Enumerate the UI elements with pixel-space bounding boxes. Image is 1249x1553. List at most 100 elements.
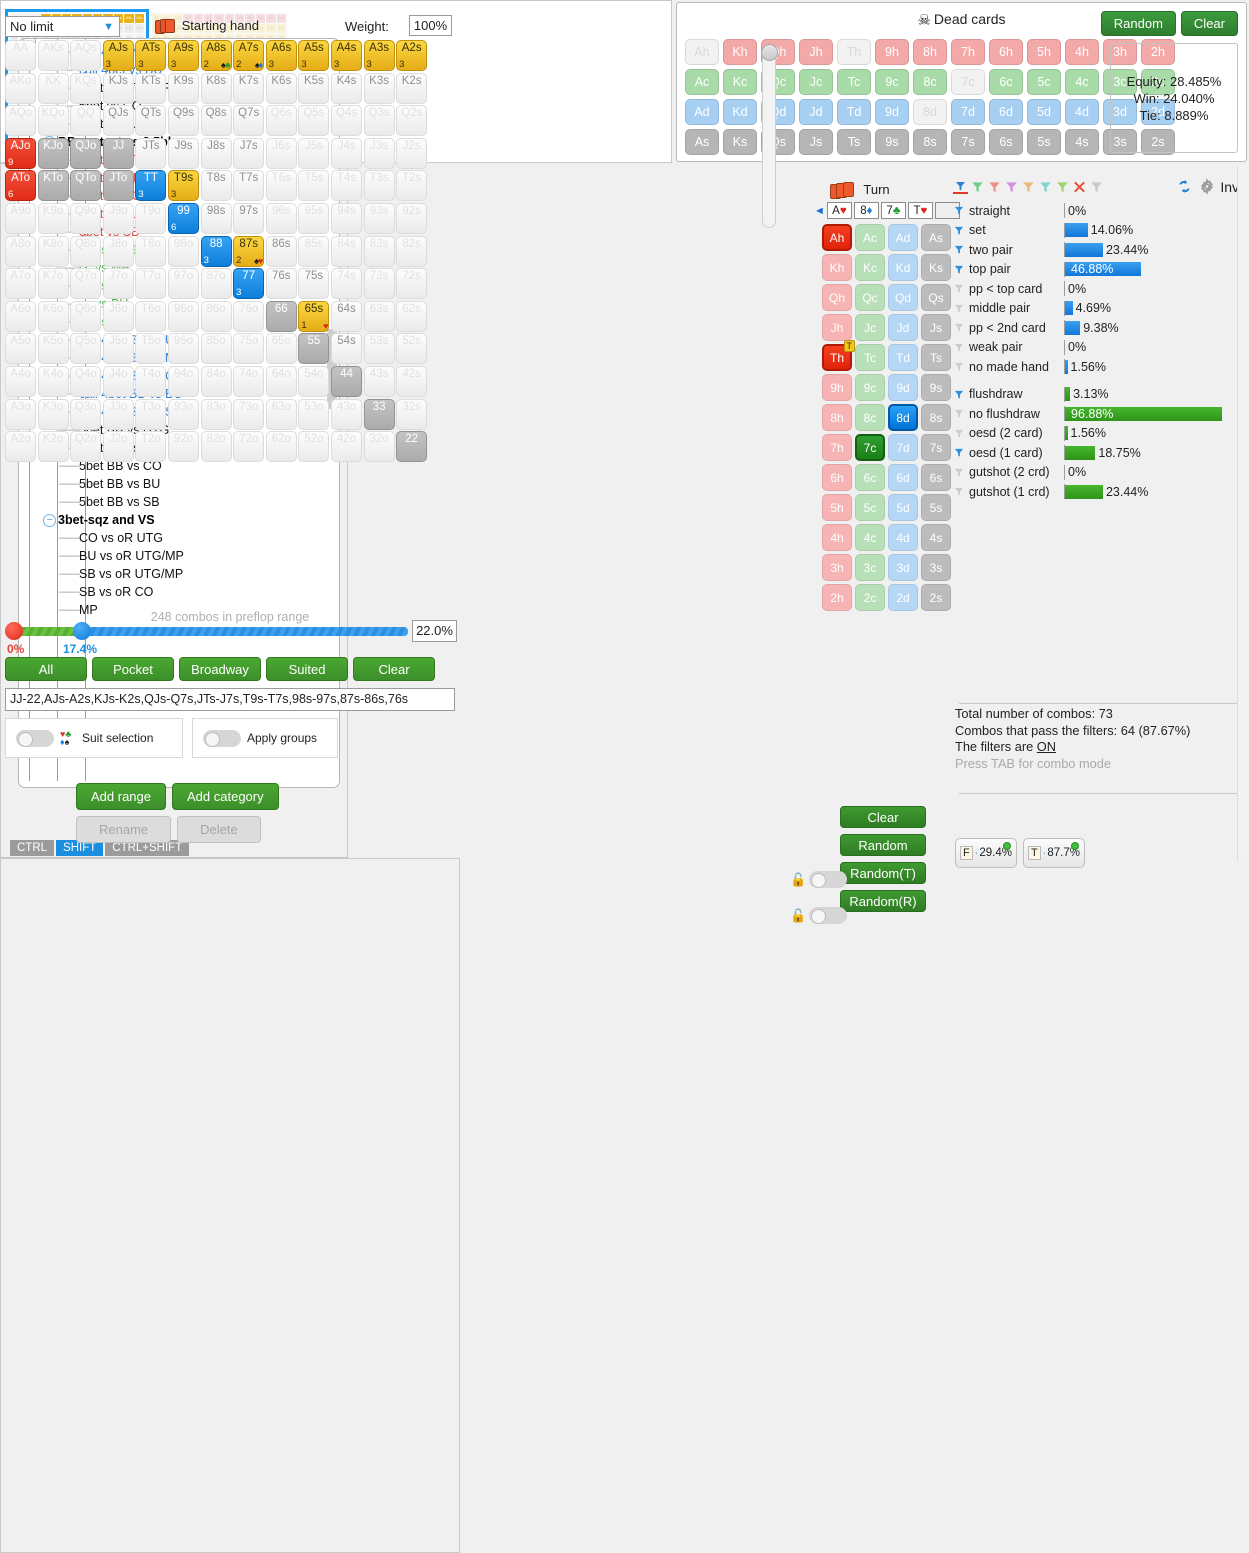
matrix-cell-J2s[interactable]: J2s — [396, 137, 428, 169]
dead-random-button[interactable]: Random — [1100, 11, 1176, 36]
matrix-cell-96s[interactable]: 96s — [265, 202, 297, 235]
dead-card-Jc[interactable]: Jc — [799, 69, 833, 95]
matrix-cell-76s[interactable]: 76s — [265, 268, 297, 300]
board-slot-0[interactable]: A ♥ — [826, 202, 852, 219]
matrix-cell-32s[interactable]: 32s — [396, 398, 428, 430]
filter-preset-7-icon[interactable] — [1055, 180, 1070, 194]
board-card-7c[interactable]: 7c — [855, 434, 885, 461]
filter-preset-3-icon[interactable] — [987, 180, 1002, 194]
board-card-5c[interactable]: 5c — [855, 494, 885, 521]
filter-row-oesd-2-card-[interactable]: oesd (2 card) 1.56% — [953, 424, 1243, 444]
matrix-cell-96o[interactable]: 96o — [167, 300, 200, 332]
matrix-cell-QTs[interactable]: QTs — [135, 105, 167, 137]
matrix-cell-Q7o[interactable]: Q7o — [70, 268, 102, 300]
matrix-cell-98o[interactable]: 98o — [167, 235, 200, 267]
tree-node[interactable]: —— 5bet BB vs BU — [19, 475, 339, 493]
funnel-icon[interactable] — [953, 342, 965, 353]
lock-open-icon[interactable]: 🔓 — [790, 872, 806, 888]
tree-node[interactable]: —— SB vs oR UTG/MP — [19, 565, 339, 583]
dead-card-Td[interactable]: Td — [837, 99, 871, 125]
board-card-Ad[interactable]: Ad — [888, 224, 918, 251]
dead-card-9c[interactable]: 9c — [875, 69, 909, 95]
matrix-cell-K8o[interactable]: K8o — [37, 235, 69, 267]
matrix-cell-83s[interactable]: 83s — [363, 235, 395, 267]
matrix-cell-K4o[interactable]: K4o — [37, 365, 69, 398]
matrix-cell-A4o[interactable]: A4o — [5, 365, 37, 398]
funnel-icon[interactable] — [953, 322, 965, 333]
matrix-cell-KK[interactable]: KK — [37, 72, 69, 104]
board-card-9h[interactable]: 9h — [822, 374, 852, 401]
tree-node[interactable]: —— 5bet BB vs SB — [19, 493, 339, 511]
filter-row-straight[interactable]: straight 0% — [953, 201, 1243, 221]
matrix-cell-42s[interactable]: 42s — [396, 365, 428, 398]
matrix-cell-T6o[interactable]: T6o — [135, 300, 167, 332]
quick-button-clear[interactable]: Clear — [353, 657, 435, 681]
dead-card-Ad[interactable]: Ad — [685, 99, 719, 125]
filter-row-gutshot-1-crd-[interactable]: gutshot (1 crd) 23.44% — [953, 482, 1243, 502]
dead-card-8c[interactable]: 8c — [913, 69, 947, 95]
matrix-cell-Q2o[interactable]: Q2o — [70, 431, 102, 463]
board-card-7d[interactable]: 7d — [888, 434, 918, 461]
matrix-cell-52o[interactable]: 52o — [298, 431, 330, 463]
matrix-cell-Q3o[interactable]: Q3o — [70, 398, 102, 430]
right-scrollbar[interactable] — [1237, 166, 1247, 861]
matrix-cell-64s[interactable]: 64s — [330, 300, 363, 332]
board-prev-arrow-icon[interactable]: ◄ — [814, 205, 825, 217]
dead-card-Kh[interactable]: Kh — [723, 39, 757, 65]
matrix-cell-82o[interactable]: 82o — [200, 431, 232, 463]
randomr-toggle[interactable] — [809, 907, 848, 924]
board-card-Ts[interactable]: Ts — [921, 344, 951, 371]
filter-row-oesd-1-card-[interactable]: oesd (1 card) 18.75% — [953, 443, 1243, 463]
matrix-cell-KJo[interactable]: KJo — [37, 137, 69, 169]
matrix-cell-22[interactable]: 22 — [396, 431, 428, 463]
matrix-cell-87o[interactable]: 87o — [200, 268, 232, 300]
matrix-cell-K5s[interactable]: K5s — [298, 72, 330, 104]
matrix-cell-54s[interactable]: 54s — [330, 333, 363, 365]
filter-row-weak-pair[interactable]: weak pair 0% — [953, 338, 1243, 358]
matrix-cell-A8o[interactable]: A8o — [5, 235, 37, 267]
dead-card-Kc[interactable]: Kc — [723, 69, 757, 95]
matrix-cell-A9o[interactable]: A9o — [5, 202, 37, 235]
matrix-cell-44[interactable]: 44 — [330, 365, 363, 398]
matrix-cell-85s[interactable]: 85s — [298, 235, 330, 267]
matrix-cell-Q6s[interactable]: Q6s — [265, 105, 297, 137]
matrix-cell-K9s[interactable]: K9s — [167, 72, 200, 104]
matrix-cell-65o[interactable]: 65o — [265, 333, 297, 365]
dead-card-Kd[interactable]: Kd — [723, 99, 757, 125]
dead-card-Jd[interactable]: Jd — [799, 99, 833, 125]
matrix-cell-65s[interactable]: 65s 1 ♥ — [298, 300, 330, 332]
matrix-cell-K7s[interactable]: K7s — [233, 72, 265, 104]
filter-preset-9-icon[interactable] — [1089, 180, 1104, 194]
dead-card-7d[interactable]: 7d — [951, 99, 985, 125]
board-card-Th[interactable]: Th T — [822, 340, 855, 371]
suit-selection-toggle[interactable] — [16, 729, 54, 747]
matrix-cell-A3o[interactable]: A3o — [5, 398, 37, 430]
matrix-cell-QJs[interactable]: QJs — [102, 105, 134, 137]
street-filter-badge-f[interactable]: F 29.4% — [955, 838, 1017, 868]
dead-card-4s[interactable]: 4s — [1065, 129, 1099, 155]
filter-row-pp-2nd-card[interactable]: pp < 2nd card 9.38% — [953, 318, 1243, 338]
dead-card-Th[interactable]: Th — [837, 39, 871, 65]
board-card-Ks[interactable]: Ks — [921, 254, 951, 281]
matrix-cell-J5s[interactable]: J5s — [298, 137, 330, 169]
matrix-cell-A7o[interactable]: A7o — [5, 268, 37, 300]
matrix-cell-Q9s[interactable]: Q9s — [167, 105, 200, 137]
filter-row-no-flushdraw[interactable]: no flushdraw 96.88% — [953, 404, 1243, 424]
matrix-cell-K4s[interactable]: K4s — [330, 72, 363, 104]
filter-preset-5-icon[interactable] — [1021, 180, 1036, 194]
dead-card-5d[interactable]: 5d — [1027, 99, 1061, 125]
matrix-cell-A6s[interactable]: A6s 3 — [265, 40, 297, 72]
delete-button[interactable]: Delete — [177, 816, 261, 843]
matrix-cell-53s[interactable]: 53s — [363, 333, 395, 365]
funnel-icon[interactable] — [953, 303, 965, 314]
matrix-cell-J7o[interactable]: J7o — [102, 268, 134, 300]
board-card-Ac[interactable]: Ac — [855, 224, 885, 251]
dead-card-9d[interactable]: 9d — [875, 99, 909, 125]
filter-preset-6-icon[interactable] — [1038, 180, 1053, 194]
matrix-cell-95s[interactable]: 95s — [298, 202, 330, 235]
matrix-cell-Q9o[interactable]: Q9o — [70, 202, 102, 235]
board-card-4h[interactable]: 4h — [822, 524, 852, 551]
range-percent-input[interactable]: 22.0% — [412, 620, 457, 642]
filter-preset-4-icon[interactable] — [1004, 180, 1019, 194]
board-button-randomr[interactable]: Random(R) — [840, 890, 926, 912]
